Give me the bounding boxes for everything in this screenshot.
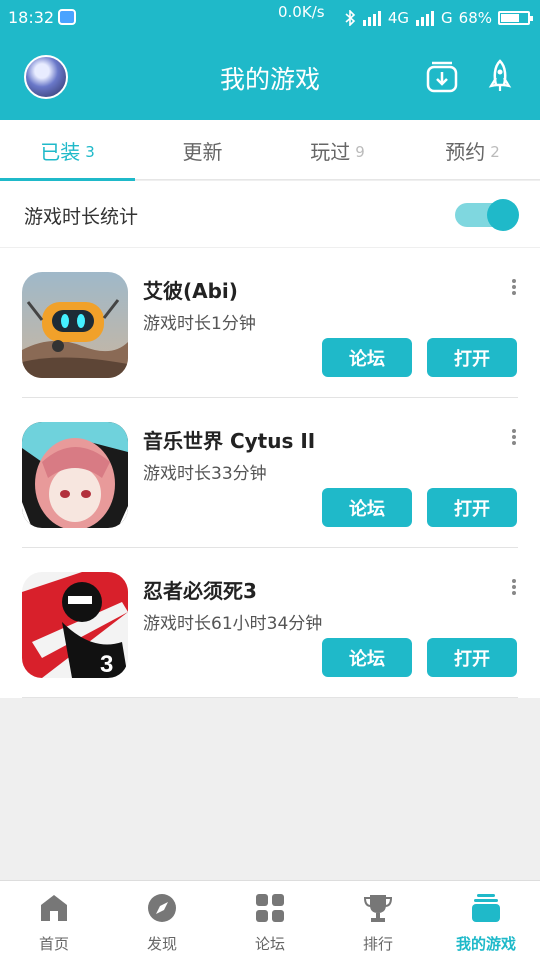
game-playtime: 游戏时长61小时34分钟	[143, 614, 323, 634]
game-name: 忍者必须死3	[143, 579, 257, 603]
divider	[22, 697, 518, 698]
battery-icon	[498, 11, 533, 25]
more-options-icon[interactable]	[508, 578, 520, 596]
nav-label: 论坛	[254, 935, 285, 953]
game-icon-ninja[interactable]: 3	[22, 572, 128, 678]
message-icon	[58, 9, 76, 25]
network-type-2: G	[441, 9, 453, 27]
nav-label: 排行	[362, 935, 393, 953]
trophy-icon	[363, 895, 393, 922]
tab-label: 预约	[445, 139, 486, 164]
app-header: 18:32 0.0K/s 4G G 68% 我的游戏	[0, 0, 540, 120]
game-item[interactable]: 音乐世界 Cytus II 游戏时长33分钟 论坛 打开	[0, 398, 540, 548]
status-right: 4G G 68%	[344, 9, 533, 27]
nav-home[interactable]: 首页	[0, 881, 108, 960]
game-playtime: 游戏时长33分钟	[143, 464, 267, 484]
open-button[interactable]: 打开	[427, 488, 517, 527]
games-stack-icon	[472, 894, 500, 922]
tab-updates[interactable]: 更新	[135, 120, 270, 180]
tab-played[interactable]: 玩过 9	[270, 120, 405, 180]
open-button[interactable]: 打开	[427, 638, 517, 677]
nav-ranking[interactable]: 排行	[324, 881, 432, 960]
tab-label: 更新	[182, 139, 223, 164]
playtime-stats-toggle[interactable]	[455, 199, 519, 231]
game-item[interactable]: 艾彼(Abi) 游戏时长1分钟 论坛 打开	[0, 248, 540, 398]
game-name: 音乐世界 Cytus II	[143, 429, 316, 453]
open-button[interactable]: 打开	[427, 338, 517, 377]
status-time: 18:32	[8, 8, 55, 27]
tab-count: 9	[355, 142, 365, 161]
rocket-icon[interactable]	[484, 59, 516, 93]
tab-count: 3	[85, 142, 95, 161]
game-item[interactable]: 3 忍者必须死3 游戏时长61小时34分钟 论坛 打开	[0, 548, 540, 698]
nav-forum[interactable]: 论坛	[216, 881, 324, 960]
tab-reserved[interactable]: 预约 2	[405, 120, 540, 180]
nav-label: 发现	[146, 935, 177, 953]
game-icon-cytus[interactable]	[22, 422, 128, 528]
forum-button[interactable]: 论坛	[322, 338, 412, 377]
tab-label: 玩过	[310, 139, 351, 164]
signal-icon	[362, 11, 381, 26]
nav-label: 我的游戏	[455, 935, 516, 953]
game-list: 艾彼(Abi) 游戏时长1分钟 论坛 打开 音乐世界 Cytus II 游戏时长…	[0, 248, 540, 698]
more-options-icon[interactable]	[508, 278, 520, 296]
signal-icon-2	[416, 11, 435, 26]
playtime-stats-label: 游戏时长统计	[24, 206, 139, 228]
tab-installed[interactable]: 已装 3	[0, 120, 135, 181]
more-options-icon[interactable]	[508, 428, 520, 446]
tab-label: 已装	[40, 139, 81, 164]
forum-button[interactable]: 论坛	[322, 488, 412, 527]
tab-bar: 已装 3 更新 玩过 9 预约 2	[0, 120, 540, 181]
status-bar: 18:32 0.0K/s 4G G 68%	[0, 0, 540, 38]
forum-button[interactable]: 论坛	[322, 638, 412, 677]
ninja-icon-badge: 3	[100, 651, 113, 678]
game-icon-abi[interactable]	[22, 272, 128, 378]
toggle-knob	[487, 199, 519, 231]
bottom-nav: 首页 发现 论坛 排行 我的游戏	[0, 880, 540, 960]
game-playtime: 游戏时长1分钟	[143, 314, 256, 334]
battery-percent: 68%	[458, 9, 492, 27]
tab-count: 2	[490, 142, 500, 161]
page-title: 我的游戏	[219, 65, 320, 94]
compass-icon	[148, 894, 176, 922]
nav-my-games[interactable]: 我的游戏	[432, 881, 540, 960]
bluetooth-icon	[345, 10, 356, 26]
game-name: 艾彼(Abi)	[143, 279, 238, 303]
network-type: 4G	[387, 9, 410, 27]
grid-icon	[256, 894, 284, 922]
home-icon	[41, 895, 67, 921]
nav-discover[interactable]: 发现	[108, 881, 216, 960]
nav-label: 首页	[38, 935, 69, 953]
download-icon[interactable]	[426, 59, 458, 93]
net-speed: 0.0K/s	[278, 3, 325, 21]
